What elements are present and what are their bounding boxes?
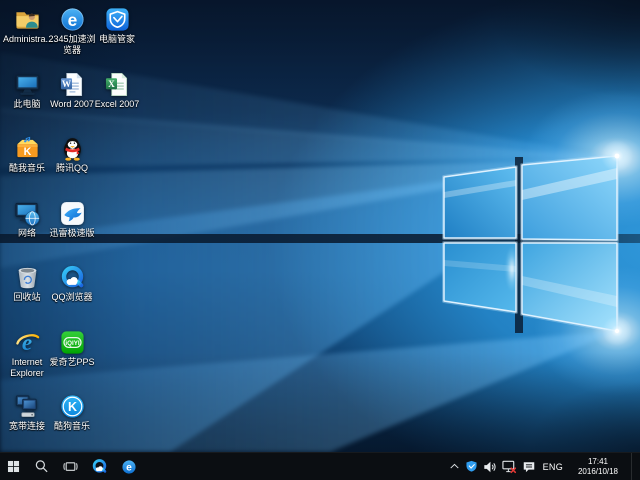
desktop-icon-network[interactable]: 网络 (3, 200, 51, 239)
word-2007-icon: W (59, 71, 86, 98)
desktop-icon-label: 爱奇艺PPS (48, 357, 96, 368)
desktop-icon-label: Word 2007 (48, 99, 96, 110)
desktop-icon-recycle-bin[interactable]: 回收站 (3, 264, 51, 303)
qq-browser-icon (59, 264, 86, 291)
tray-chevron-up-icon[interactable] (449, 461, 460, 472)
clock-time: 17:41 (570, 457, 626, 467)
kuwo-music-icon: K (14, 135, 41, 162)
show-desktop-button[interactable] (631, 453, 635, 480)
desktop-icon-label: 酷狗音乐 (48, 421, 96, 432)
taskbar: e ENG 17:41 2016/10/18 (0, 452, 640, 480)
desktop-icon-internet-explorer[interactable]: eInternet Explorer (3, 329, 51, 379)
recycle-bin-icon (14, 264, 41, 291)
iqiyi-pps-icon: iQIYI (59, 329, 86, 356)
clock-date: 2016/10/18 (570, 467, 626, 477)
internet-explorer-icon: e (14, 329, 41, 356)
desktop-icon-label: Internet Explorer (3, 357, 51, 379)
search-button[interactable] (27, 453, 56, 480)
desktop-icon-label: Administra... (3, 34, 51, 45)
desktop-icon-iqiyi-pps[interactable]: iQIYI 爱奇艺PPS (48, 329, 96, 368)
svg-text:e: e (126, 462, 132, 473)
tencent-qq-icon (59, 135, 86, 162)
tray-action-center-icon[interactable] (522, 460, 536, 474)
desktop-icon-pc-manager[interactable]: 电脑管家 (93, 6, 141, 45)
desktop-icon-browser-2345[interactable]: e 2345加速浏览器 (48, 6, 96, 56)
kugou-music-icon: K (59, 393, 86, 420)
tray-network-disconnected-icon[interactable] (502, 459, 517, 474)
pc-manager-icon (104, 6, 131, 33)
desktop-icon-grid: Administra... e 2345加速浏览器电脑管家此电脑 W Word 2007… (3, 0, 203, 452)
wallpaper-lens-flare (505, 246, 519, 292)
taskbar-2345-browser-button[interactable]: e (114, 453, 143, 480)
desktop-icon-label: 此电脑 (3, 99, 51, 110)
svg-text:iQIYI: iQIYI (65, 340, 80, 347)
desktop-icon-label: 宽带连接 (3, 421, 51, 432)
desktop-icon-label: 回收站 (3, 292, 51, 303)
desktop-icon-kuwo-music[interactable]: K 酷我音乐 (3, 135, 51, 174)
desktop-icon-label: 2345加速浏览器 (48, 34, 96, 56)
tray-pc-manager-shield-icon[interactable] (465, 460, 478, 473)
desktop-icon-label: 电脑管家 (93, 34, 141, 45)
desktop-icon-label: 迅雷极速版 (48, 228, 96, 239)
browser-2345-icon: e (59, 6, 86, 33)
desktop-icon-label: 酷我音乐 (3, 163, 51, 174)
svg-text:K: K (67, 400, 76, 414)
desktop-icon-label: 网络 (3, 228, 51, 239)
desktop-icon-label: Excel 2007 (93, 99, 141, 110)
broadband-icon (14, 393, 41, 420)
desktop-icon-kugou-music[interactable]: K 酷狗音乐 (48, 393, 96, 432)
desktop-icon-administrator[interactable]: Administra... (3, 6, 51, 45)
task-view-button[interactable] (56, 453, 85, 480)
desktop-icon-xunlei[interactable]: 迅雷极速版 (48, 200, 96, 239)
tray-volume-icon[interactable] (483, 460, 497, 474)
taskbar-qq-browser-button[interactable] (85, 453, 114, 480)
desktop-icon-qq-browser[interactable]: QQ浏览器 (48, 264, 96, 303)
desktop-icon-this-pc[interactable]: 此电脑 (3, 71, 51, 110)
network-icon (14, 200, 41, 227)
svg-text:e: e (67, 10, 77, 30)
desktop-screen: Administra... e 2345加速浏览器电脑管家此电脑 W Word 2007… (0, 0, 640, 480)
desktop-icon-label: QQ浏览器 (48, 292, 96, 303)
svg-text:X: X (108, 79, 115, 89)
svg-text:W: W (61, 79, 71, 89)
desktop-icon-tencent-qq[interactable]: 腾讯QQ (48, 135, 96, 174)
start-button[interactable] (0, 453, 27, 480)
desktop-icon-excel-2007[interactable]: X Excel 2007 (93, 71, 141, 110)
desktop-icon-broadband[interactable]: 宽带连接 (3, 393, 51, 432)
this-pc-icon (14, 71, 41, 98)
taskbar-clock[interactable]: 17:41 2016/10/18 (570, 457, 626, 476)
svg-text:K: K (23, 146, 31, 158)
windows-logo-wallpaper (440, 148, 622, 338)
desktop-icon-word-2007[interactable]: W Word 2007 (48, 71, 96, 110)
administrator-icon (14, 6, 41, 33)
language-indicator[interactable]: ENG (541, 462, 565, 472)
system-tray: ENG 17:41 2016/10/18 (449, 453, 640, 480)
excel-2007-icon: X (104, 71, 131, 98)
xunlei-icon (59, 200, 86, 227)
desktop-icon-label: 腾讯QQ (48, 163, 96, 174)
